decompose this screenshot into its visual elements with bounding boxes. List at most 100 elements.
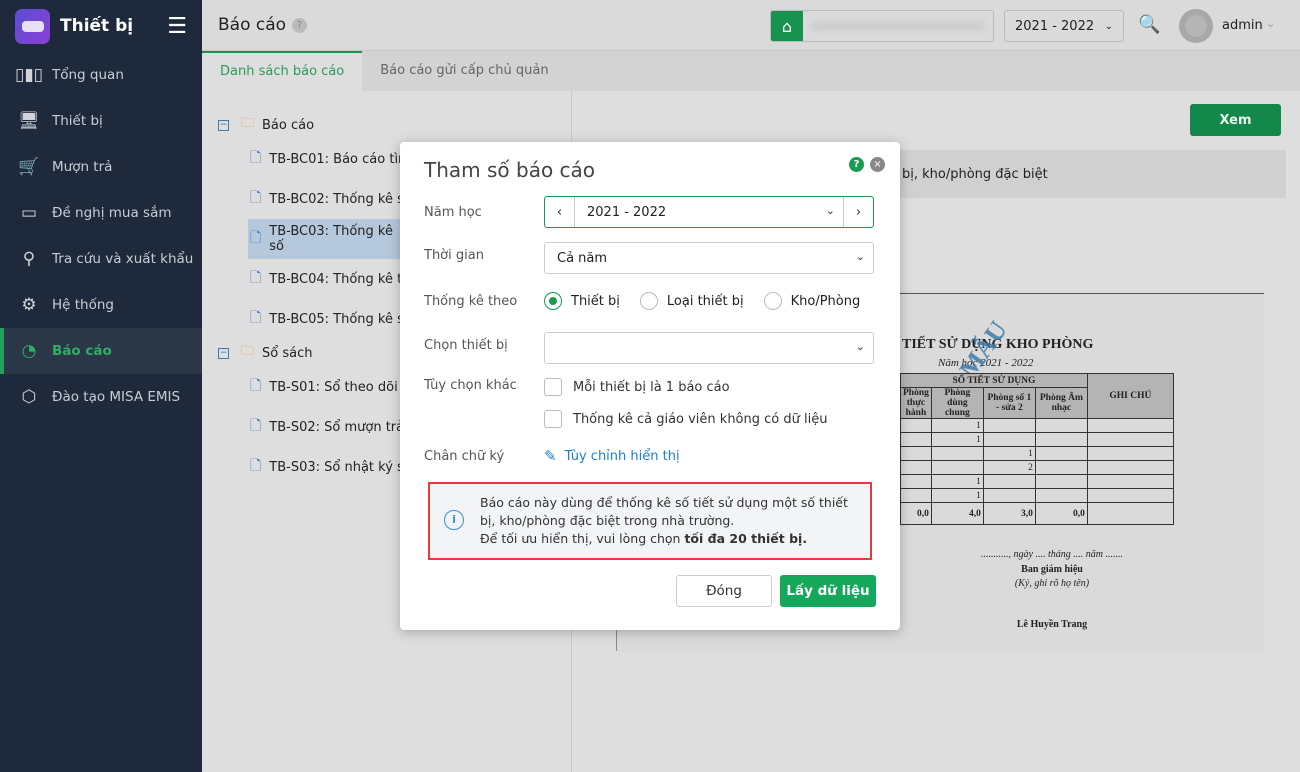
dialog-title: Tham số báo cáo (424, 158, 596, 182)
radio-label: Loại thiết bị (666, 293, 744, 309)
user-name[interactable]: admin (1222, 18, 1263, 33)
sidebar-item-label: Đề nghị mua sắm (52, 205, 172, 221)
signature-label: Chân chữ ký (424, 449, 505, 464)
file-icon: 🗋 (250, 230, 262, 246)
projector-logo-icon (15, 8, 50, 44)
tree-group-bao-cao[interactable]: − 🗀 Báo cáo (202, 111, 571, 139)
info-icon: i (444, 510, 464, 530)
sidebar-item-muon-tra[interactable]: 🛒 Mượn trả (0, 144, 202, 190)
view-button[interactable]: Xem (1190, 104, 1281, 136)
notice-box: i Báo cáo này dùng để thống kê số tiết s… (428, 482, 872, 560)
help-icon[interactable]: ? (849, 157, 864, 172)
note-cell (1086, 460, 1174, 475)
checkbox-include-teachers-no-data[interactable] (544, 410, 562, 428)
device-select[interactable]: ⌄ (544, 332, 874, 364)
group-header: SỐ TIẾT SỬ DỤNG (900, 373, 1088, 388)
chevron-down-icon[interactable]: ⌄ (826, 204, 835, 217)
radio-loai-thiet-bi[interactable] (639, 292, 658, 310)
link-label: Tùy chỉnh hiển thị (564, 448, 680, 464)
fetch-data-button[interactable]: Lấy dữ liệu (780, 575, 876, 607)
sidebar-item-thiet-bi[interactable]: 🖥 Thiết bị (0, 98, 202, 144)
table-cell (1034, 446, 1088, 461)
help-icon[interactable]: ? (292, 17, 308, 33)
stat-label: Thống kê theo (424, 294, 518, 309)
sidebar-item-he-thong[interactable]: ⚙ Hệ thống (0, 282, 202, 328)
sidebar-item-label: Báo cáo (52, 343, 112, 359)
school-selector[interactable]: ⌂ (770, 10, 994, 42)
table-cell (1034, 474, 1088, 489)
note-cell (1086, 474, 1174, 489)
tab-bao-cao-gui-cap-chu-quan[interactable]: Báo cáo gửi cấp chủ quản (362, 51, 566, 91)
table-row: 1 (900, 418, 1174, 433)
tree-item-label: TB-S02: Sổ mượn trả (269, 419, 405, 435)
close-button[interactable]: Đóng (676, 575, 772, 607)
year-picker[interactable]: ‹ 2021 - 2022 ⌄ › (544, 196, 874, 228)
collapse-icon[interactable]: − (218, 119, 229, 131)
stat-radio-group: Thiết bị Loại thiết bị Kho/Phòng (544, 292, 880, 310)
table-cell (1034, 460, 1088, 475)
magnifier-chart-icon[interactable]: 🔍 (1138, 14, 1160, 35)
table-cell (930, 446, 984, 461)
radio-kho-phong[interactable] (763, 292, 782, 310)
table-cell (900, 488, 932, 503)
column-header: Phòng Âm nhạc (1034, 387, 1088, 419)
table-cell (982, 418, 1036, 433)
sidebar-item-tra-cuu[interactable]: ⚲ Tra cứu và xuất khẩu (0, 236, 202, 282)
report-parameters-dialog: Tham số báo cáo ? × Năm học ‹ 2021 - 202… (400, 142, 900, 630)
table-cell: 1 (930, 432, 984, 447)
menu-icon[interactable]: ☰ (167, 14, 187, 39)
sidebar-item-bao-cao[interactable]: ◔ Báo cáo (0, 328, 202, 374)
sidebar-item-label: Hệ thống (52, 297, 114, 313)
tree-item-label: TB-BC01: Báo cáo tình (269, 151, 415, 167)
radio-thiet-bi[interactable] (544, 292, 562, 310)
tree-item-label: TB-S03: Sổ nhật ký sử (269, 459, 413, 475)
sidebar-item-dao-tao[interactable]: ⬡ Đào tạo MISA EMIS (0, 374, 202, 420)
checkbox-label: Thống kê cả giáo viên không có dữ liệu (573, 411, 828, 427)
note-cell (1086, 432, 1174, 447)
customize-display-link[interactable]: ✎ Tùy chỉnh hiển thị (544, 447, 680, 465)
school-year-select[interactable]: 2021 - 2022 ⌄ (1004, 10, 1124, 42)
monitor-icon: 🖥 (18, 111, 40, 131)
folder-icon: 🗀 (241, 344, 255, 359)
page-title: Báo cáo (218, 15, 287, 35)
sidebar: Thiết bị ☰ ▯▮▯ Tổng quan 🖥 Thiết bị 🛒 Mượn … (0, 0, 202, 772)
chevron-down-icon: ⌄ (855, 250, 865, 263)
report-table: SỐ TIẾT SỬ DỤNG GHI CHÚ Phòng thực hành P… (900, 373, 1174, 525)
chevron-down-icon[interactable]: ⌄ (1266, 17, 1275, 30)
tree-item-label: TB-BC05: Thống kê số (269, 311, 412, 327)
close-icon[interactable]: × (870, 157, 885, 172)
file-icon: 🗋 (250, 310, 262, 326)
total-cell: 0,0 (1034, 502, 1088, 525)
chevron-right-icon[interactable]: › (843, 197, 873, 227)
radio-label: Kho/Phòng (790, 293, 861, 309)
sidebar-item-label: Tra cứu và xuất khẩu (52, 251, 194, 267)
sidebar-item-tong-quan[interactable]: ▯▮▯ Tổng quan (0, 52, 202, 98)
projector-icon: ▭ (20, 203, 38, 223)
sidebar-item-label: Mượn trả (52, 159, 113, 175)
time-label: Thời gian (424, 248, 484, 263)
checkbox-row[interactable]: Mỗi thiết bị là 1 báo cáo (544, 378, 730, 396)
table-cell (900, 446, 932, 461)
notice-emphasis: tối đa 20 thiết bị. (684, 531, 808, 546)
table-cell: 1 (930, 474, 984, 489)
sidebar-item-label: Đào tạo MISA EMIS (52, 389, 181, 405)
date-line: ..........., ngày .... tháng .... năm ..… (981, 549, 1123, 560)
table-cell (982, 474, 1036, 489)
avatar[interactable] (1179, 9, 1213, 43)
sidebar-item-label: Thiết bị (52, 113, 103, 129)
tree-item-selected[interactable]: 🗋 TB-BC03: Thống kê số (248, 219, 408, 259)
notice-line-2: Để tối ưu hiển thị, vui lòng chọn tối đa… (480, 530, 860, 548)
sidebar-item-de-nghi-mua-sam[interactable]: ▭ Đề nghị mua sắm (0, 190, 202, 236)
tree-item-label: TB-BC02: Thống kê số (269, 191, 412, 207)
signer-title: Ban giám hiệu (1021, 564, 1083, 575)
collapse-icon[interactable]: − (218, 347, 229, 359)
tab-danh-sach-bao-cao[interactable]: Danh sách báo cáo (202, 51, 363, 91)
table-cell (982, 488, 1036, 503)
checkbox-row[interactable]: Thống kê cả giáo viên không có dữ liệu (544, 410, 827, 428)
checkbox-one-report-per-device[interactable] (544, 378, 562, 396)
home-icon: ⌂ (771, 11, 803, 41)
chevron-left-icon[interactable]: ‹ (545, 197, 575, 227)
time-select[interactable]: Cả năm ⌄ (544, 242, 874, 274)
column-header: Phòng thực hành (900, 387, 932, 419)
total-cell: 0,0 (900, 502, 932, 525)
